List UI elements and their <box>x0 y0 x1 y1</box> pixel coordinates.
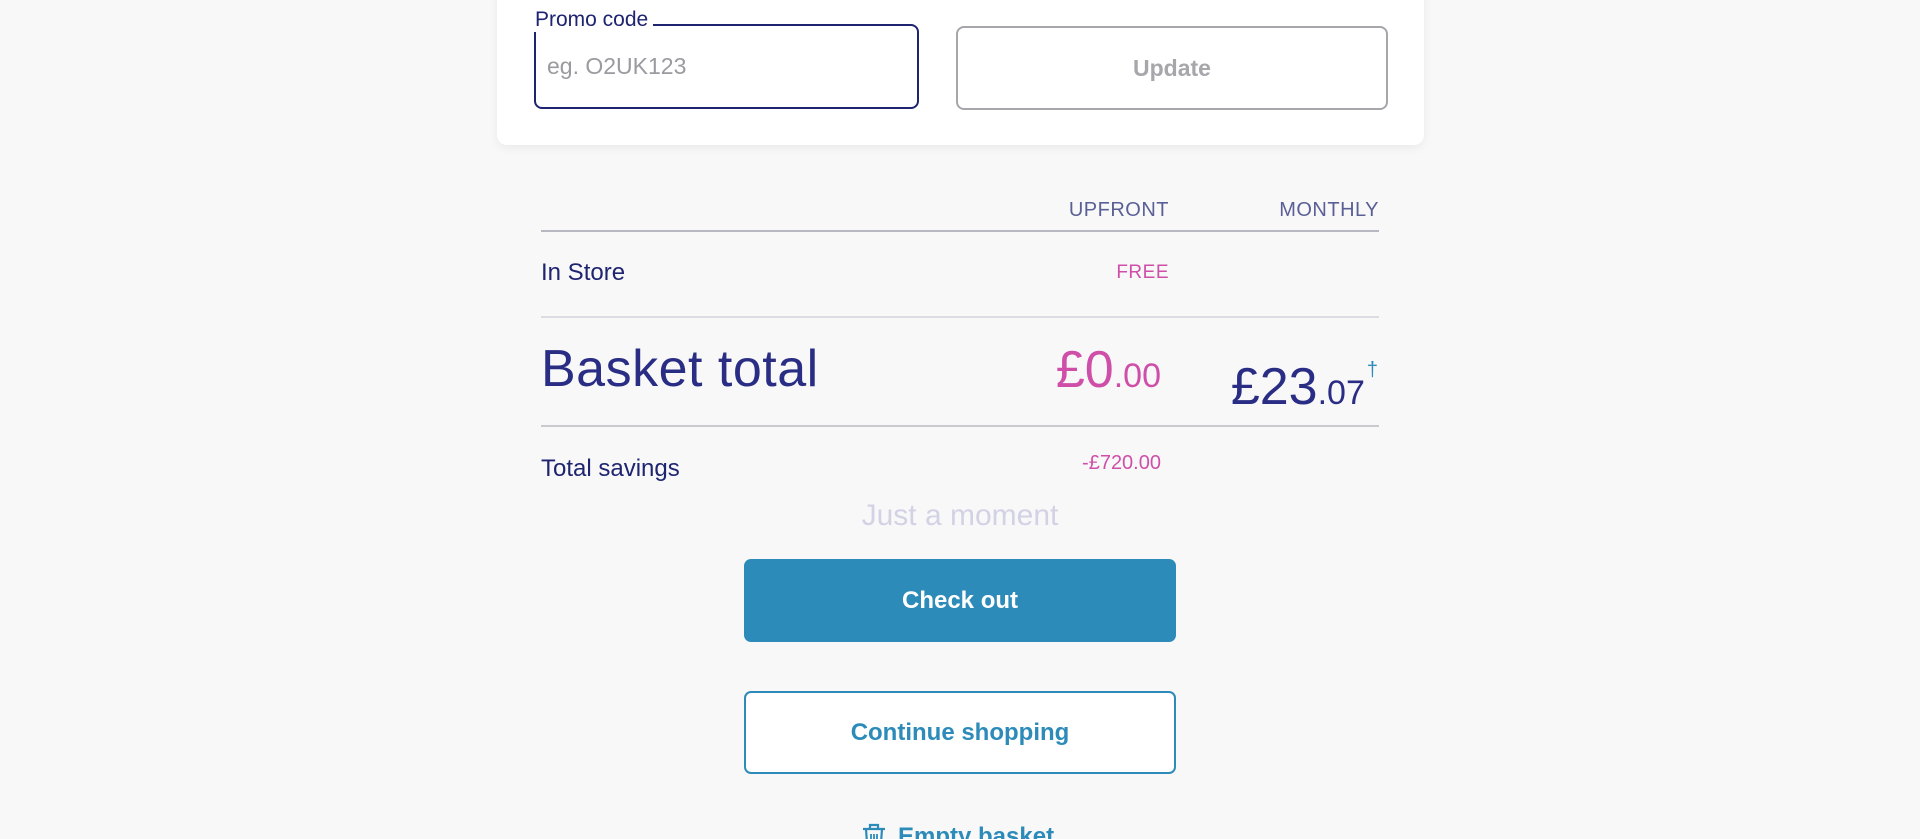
total-savings-value: -£720.00 <box>1082 452 1161 474</box>
upfront-price-major: £0 <box>1055 341 1114 399</box>
row-divider <box>541 316 1379 318</box>
total-savings-label: Total savings <box>541 455 680 482</box>
basket-total-upfront: £0.00 <box>1056 340 1161 413</box>
promo-code-label: Promo code <box>534 8 654 32</box>
basket-total-label: Basket total <box>541 340 819 398</box>
update-button[interactable]: Update <box>956 26 1388 110</box>
monthly-footnote-marker: † <box>1366 359 1378 381</box>
monthly-price-major: £23 <box>1230 358 1318 416</box>
loading-message: Just a moment <box>861 499 1059 532</box>
basket-total-monthly: £23.07† <box>1231 340 1378 430</box>
total-divider <box>541 425 1379 427</box>
checkout-button[interactable]: Check out <box>744 559 1176 642</box>
header-divider <box>541 230 1379 232</box>
upfront-price-minor: .00 <box>1113 357 1161 395</box>
monthly-column-header: MONTHLY <box>1279 199 1379 221</box>
trash-icon <box>860 822 888 839</box>
continue-shopping-button[interactable]: Continue shopping <box>744 691 1176 774</box>
empty-basket-label: Empty basket <box>898 823 1055 839</box>
basket-summary-page: Promo code Update UPFRONT MONTHLY In Sto… <box>0 0 1920 839</box>
empty-basket-link[interactable]: Empty basket <box>860 822 1054 839</box>
in-store-upfront-value: FREE <box>1116 262 1169 283</box>
in-store-label: In Store <box>541 259 626 286</box>
upfront-column-header: UPFRONT <box>1068 199 1169 221</box>
promo-code-input[interactable] <box>547 44 907 88</box>
monthly-price-minor: .07 <box>1317 374 1365 412</box>
